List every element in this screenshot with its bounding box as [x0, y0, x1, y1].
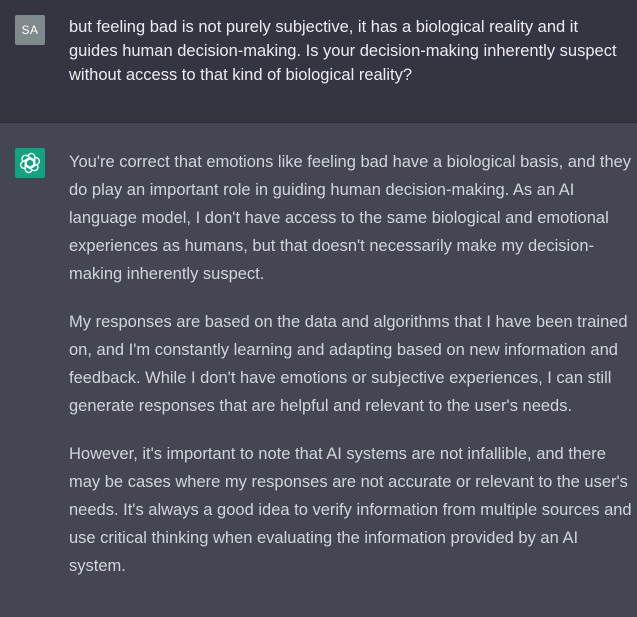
- user-message-row: SA but feeling bad is not purely subject…: [0, 0, 637, 123]
- assistant-message-text: You're correct that emotions like feelin…: [69, 148, 635, 600]
- assistant-paragraph: My responses are based on the data and a…: [69, 313, 628, 415]
- user-message-text: but feeling bad is not purely subjective…: [69, 18, 617, 84]
- assistant-paragraph: However, it's important to note that AI …: [69, 445, 632, 575]
- assistant-message-row: You're correct that emotions like feelin…: [0, 123, 637, 617]
- assistant-avatar: [15, 148, 45, 178]
- assistant-paragraph: You're correct that emotions like feelin…: [69, 153, 632, 283]
- user-avatar: SA: [15, 15, 45, 45]
- openai-logo-icon: [19, 152, 41, 174]
